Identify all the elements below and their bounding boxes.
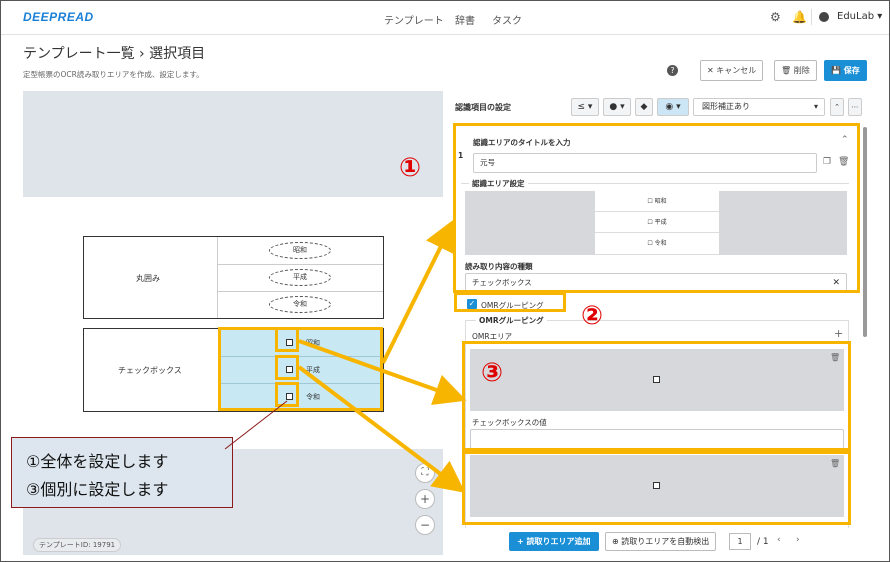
arrow-to-area-settings (381, 218, 455, 364)
annotation-arrows (224, 218, 467, 493)
arrow-to-omr-item-1 (298, 339, 467, 406)
callout-pointer (224, 400, 288, 450)
arrow-to-omr-item-2 (297, 365, 466, 493)
screenshot-frame: DEEPREAD テンプレート 辞書 タスク ⚙ 🔔 EduLab ▾ テンプレ… (0, 0, 890, 562)
